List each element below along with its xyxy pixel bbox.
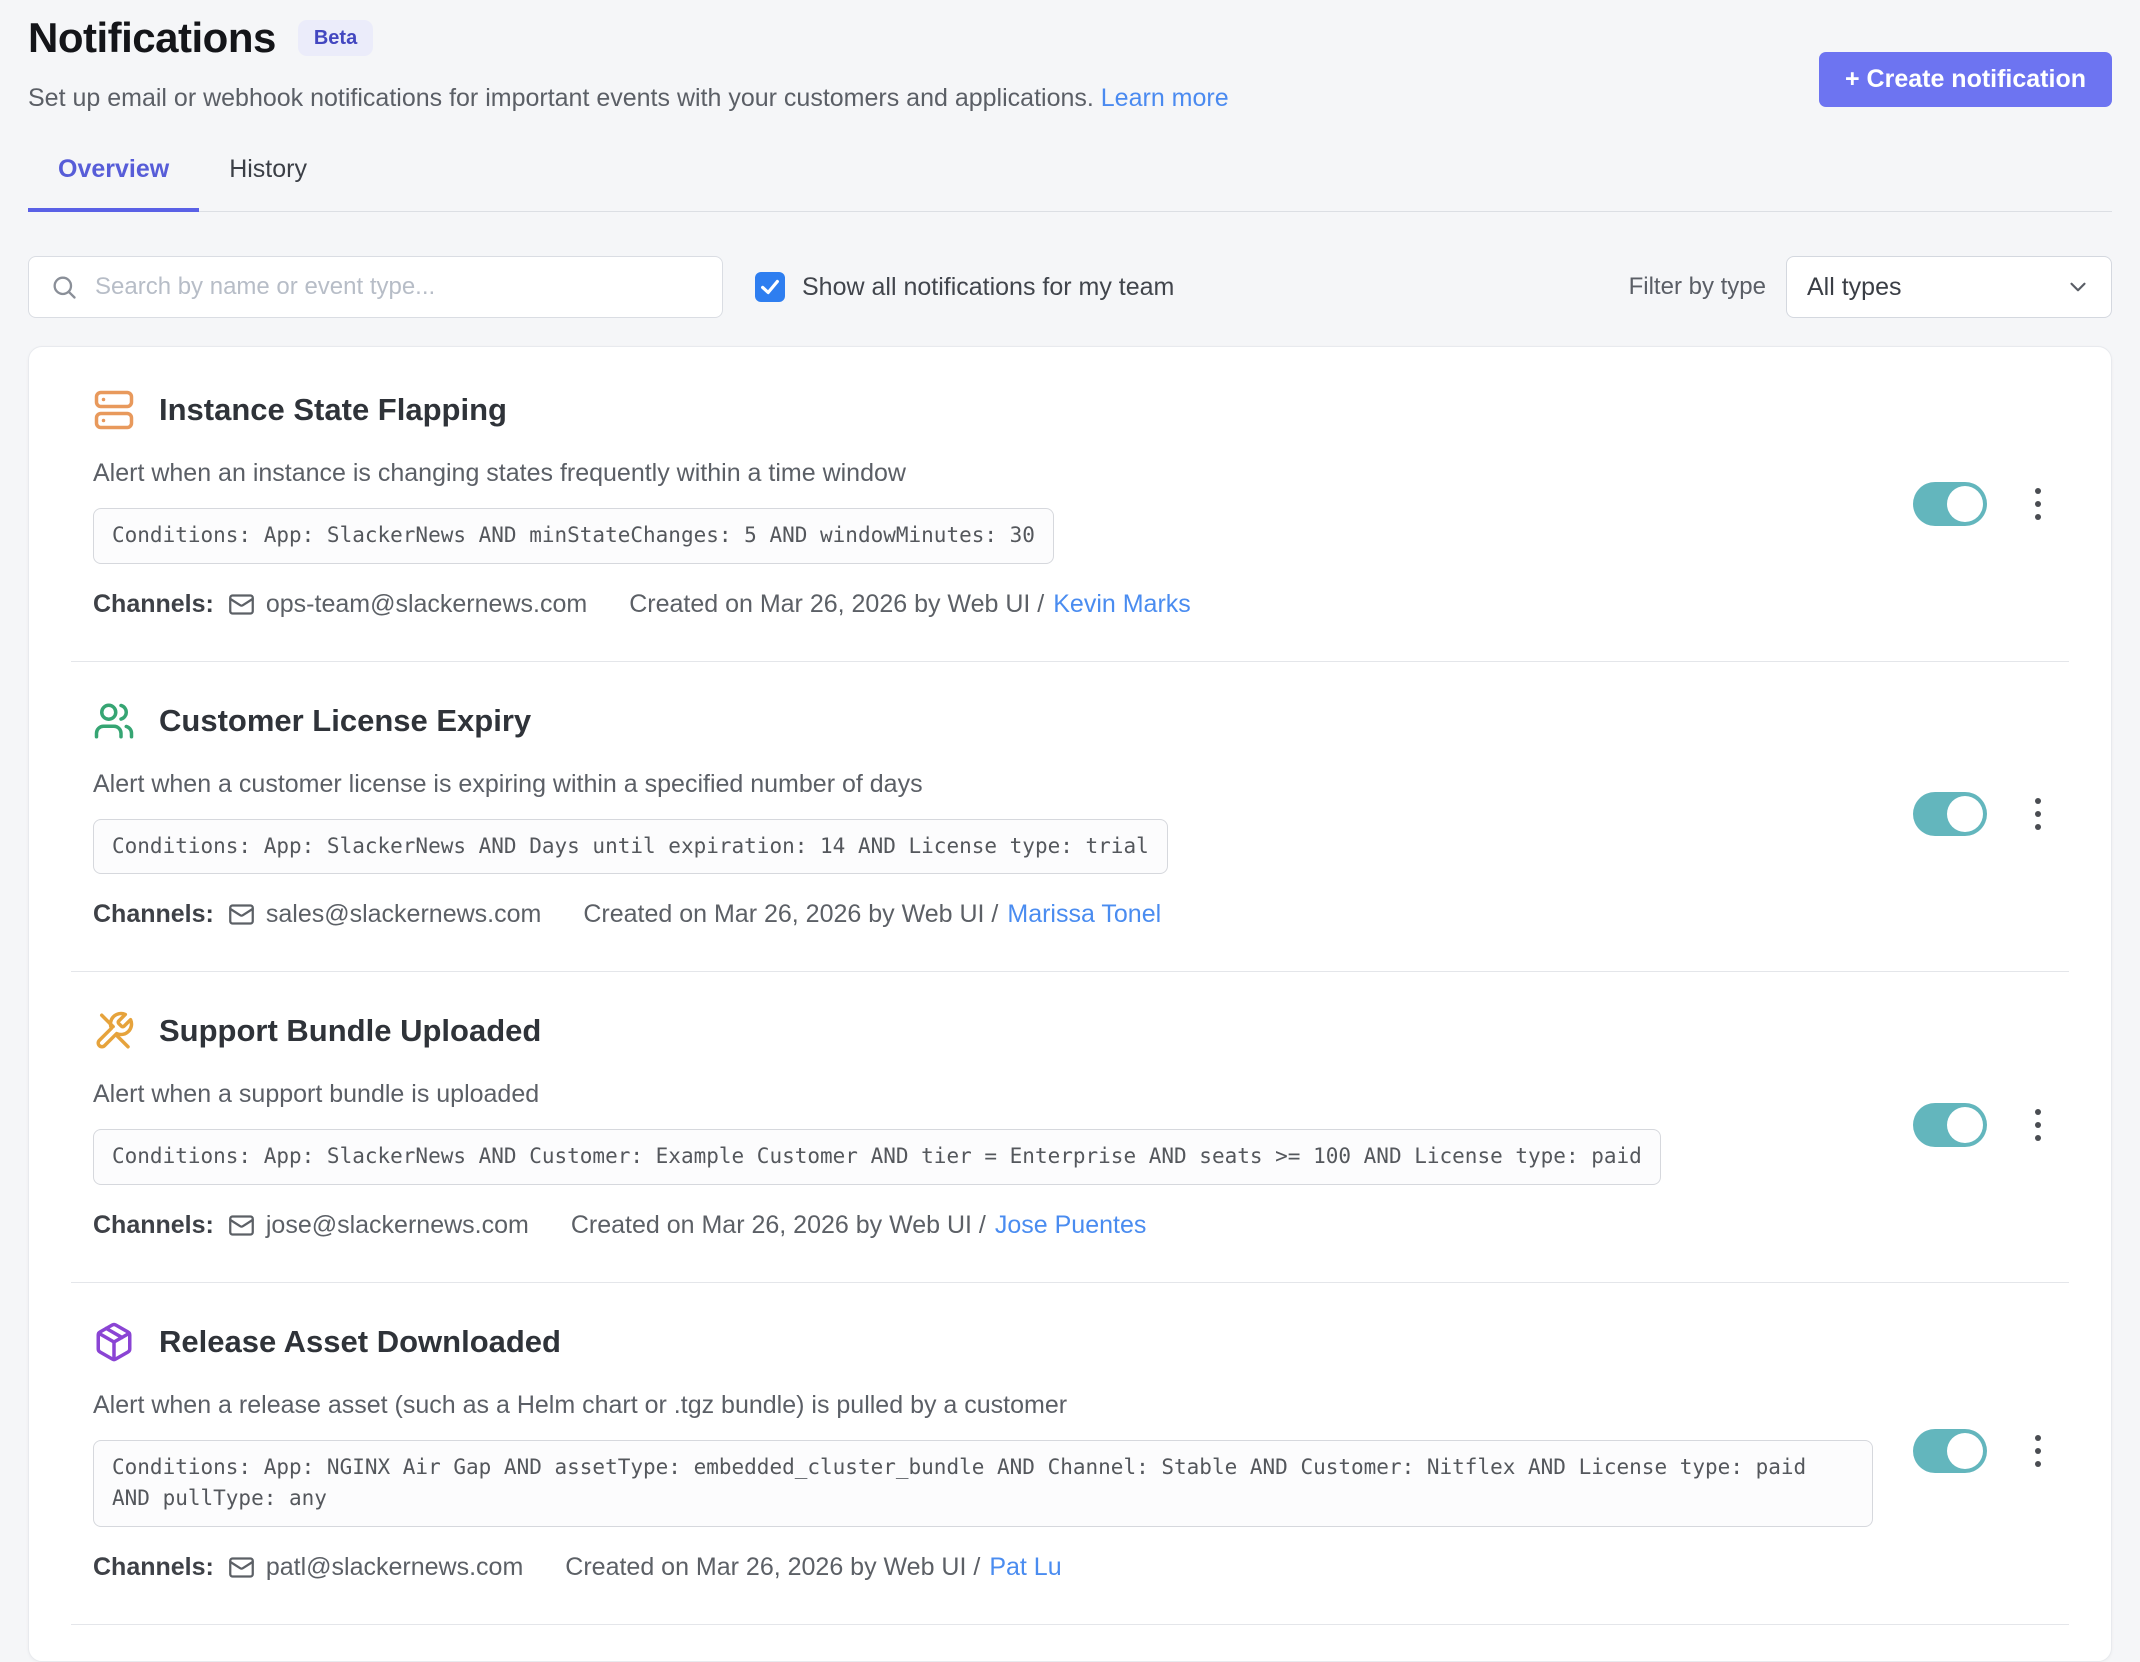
notifications-page: Notifications Beta + Create notification… (0, 0, 2140, 1642)
channel-email: sales@slackernews.com (266, 900, 541, 929)
kebab-menu-button[interactable] (2029, 1103, 2047, 1147)
channel-email: patl@slackernews.com (266, 1553, 523, 1582)
created-text: Created on Mar 26, 2026 by Web UI / (583, 900, 998, 929)
kebab-menu-button[interactable] (2029, 1429, 2047, 1473)
page-description-text: Set up email or webhook notifications fo… (28, 84, 1094, 112)
created-by-link[interactable]: Kevin Marks (1053, 590, 1191, 619)
create-notification-button[interactable]: + Create notification (1819, 52, 2112, 107)
mail-icon (228, 591, 255, 618)
mail-icon (228, 1212, 255, 1239)
mail-icon (228, 901, 255, 928)
learn-more-link[interactable]: Learn more (1101, 84, 1229, 112)
channels-row: Channels: jose@slackernews.com Created o… (93, 1211, 1873, 1240)
notification-description: Alert when an instance is changing state… (93, 459, 1873, 488)
created-text: Created on Mar 26, 2026 by Web UI / (571, 1211, 986, 1240)
users-icon (93, 700, 135, 742)
server-icon (93, 389, 135, 431)
channels-label: Channels: (93, 590, 214, 619)
channel-email: ops-team@slackernews.com (266, 590, 587, 619)
page-title: Notifications (28, 14, 276, 62)
filter-type-value: All types (1807, 273, 1901, 302)
notification-toggle[interactable] (1913, 482, 1987, 526)
tab-bar: Overview History (28, 155, 2112, 212)
notification-toggle[interactable] (1913, 1103, 1987, 1147)
search-box (28, 256, 723, 318)
search-icon (50, 273, 78, 301)
notification-title: Support Bundle Uploaded (159, 1013, 541, 1049)
notification-description: Alert when a customer license is expirin… (93, 770, 1873, 799)
filter-type-select[interactable]: All types (1786, 256, 2112, 318)
channels-row: Channels: ops-team@slackernews.com Creat… (93, 590, 1873, 619)
created-text: Created on Mar 26, 2026 by Web UI / (629, 590, 1044, 619)
created-by-link[interactable]: Pat Lu (989, 1553, 1061, 1582)
notification-title: Customer License Expiry (159, 703, 531, 739)
created-by-link[interactable]: Marissa Tonel (1007, 900, 1161, 929)
team-notifications-checkbox-row[interactable]: Show all notifications for my team (755, 272, 1174, 302)
channels-label: Channels: (93, 900, 214, 929)
channels-label: Channels: (93, 1553, 214, 1582)
tab-history[interactable]: History (199, 155, 337, 212)
package-icon (93, 1321, 135, 1363)
beta-badge: Beta (298, 20, 373, 56)
toolbar: Show all notifications for my team Filte… (28, 256, 2112, 318)
kebab-menu-button[interactable] (2029, 482, 2047, 526)
page-description: Set up email or webhook notifications fo… (28, 84, 2112, 113)
kebab-menu-button[interactable] (2029, 792, 2047, 836)
notification-item: Release Asset Downloaded Alert when a re… (71, 1283, 2069, 1625)
page-header: Notifications Beta (28, 14, 2112, 62)
notification-description: Alert when a release asset (such as a He… (93, 1391, 1873, 1420)
team-notifications-checkbox[interactable] (755, 272, 785, 302)
created-by-link[interactable]: Jose Puentes (995, 1211, 1147, 1240)
notification-toggle[interactable] (1913, 1429, 1987, 1473)
notification-title: Release Asset Downloaded (159, 1324, 561, 1360)
notification-description: Alert when a support bundle is uploaded (93, 1080, 1873, 1109)
notification-toggle[interactable] (1913, 792, 1987, 836)
notifications-list: Instance State Flapping Alert when an in… (28, 346, 2112, 1662)
conditions-box: Conditions: App: SlackerNews AND minStat… (93, 508, 1054, 564)
chevron-down-icon (2065, 274, 2091, 300)
channels-row: Channels: sales@slackernews.com Created … (93, 900, 1873, 929)
conditions-box: Conditions: App: NGINX Air Gap AND asset… (93, 1440, 1873, 1527)
mail-icon (228, 1554, 255, 1581)
filter-by-type-label: Filter by type (1629, 273, 1766, 301)
created-text: Created on Mar 26, 2026 by Web UI / (565, 1553, 980, 1582)
notification-item: Support Bundle Uploaded Alert when a sup… (71, 972, 2069, 1283)
team-notifications-checkbox-label: Show all notifications for my team (802, 273, 1174, 302)
channel-email: jose@slackernews.com (266, 1211, 529, 1240)
tab-overview[interactable]: Overview (28, 155, 199, 212)
notification-item: Instance State Flapping Alert when an in… (71, 351, 2069, 662)
conditions-box: Conditions: App: SlackerNews AND Custome… (93, 1129, 1661, 1185)
tools-icon (93, 1010, 135, 1052)
filter-group: Filter by type All types (1629, 256, 2112, 318)
channels-row: Channels: patl@slackernews.com Created o… (93, 1553, 1873, 1582)
conditions-box: Conditions: App: SlackerNews AND Days un… (93, 819, 1168, 875)
notification-item: Customer License Expiry Alert when a cus… (71, 662, 2069, 973)
search-input[interactable] (28, 256, 723, 318)
channels-label: Channels: (93, 1211, 214, 1240)
notification-title: Instance State Flapping (159, 392, 507, 428)
